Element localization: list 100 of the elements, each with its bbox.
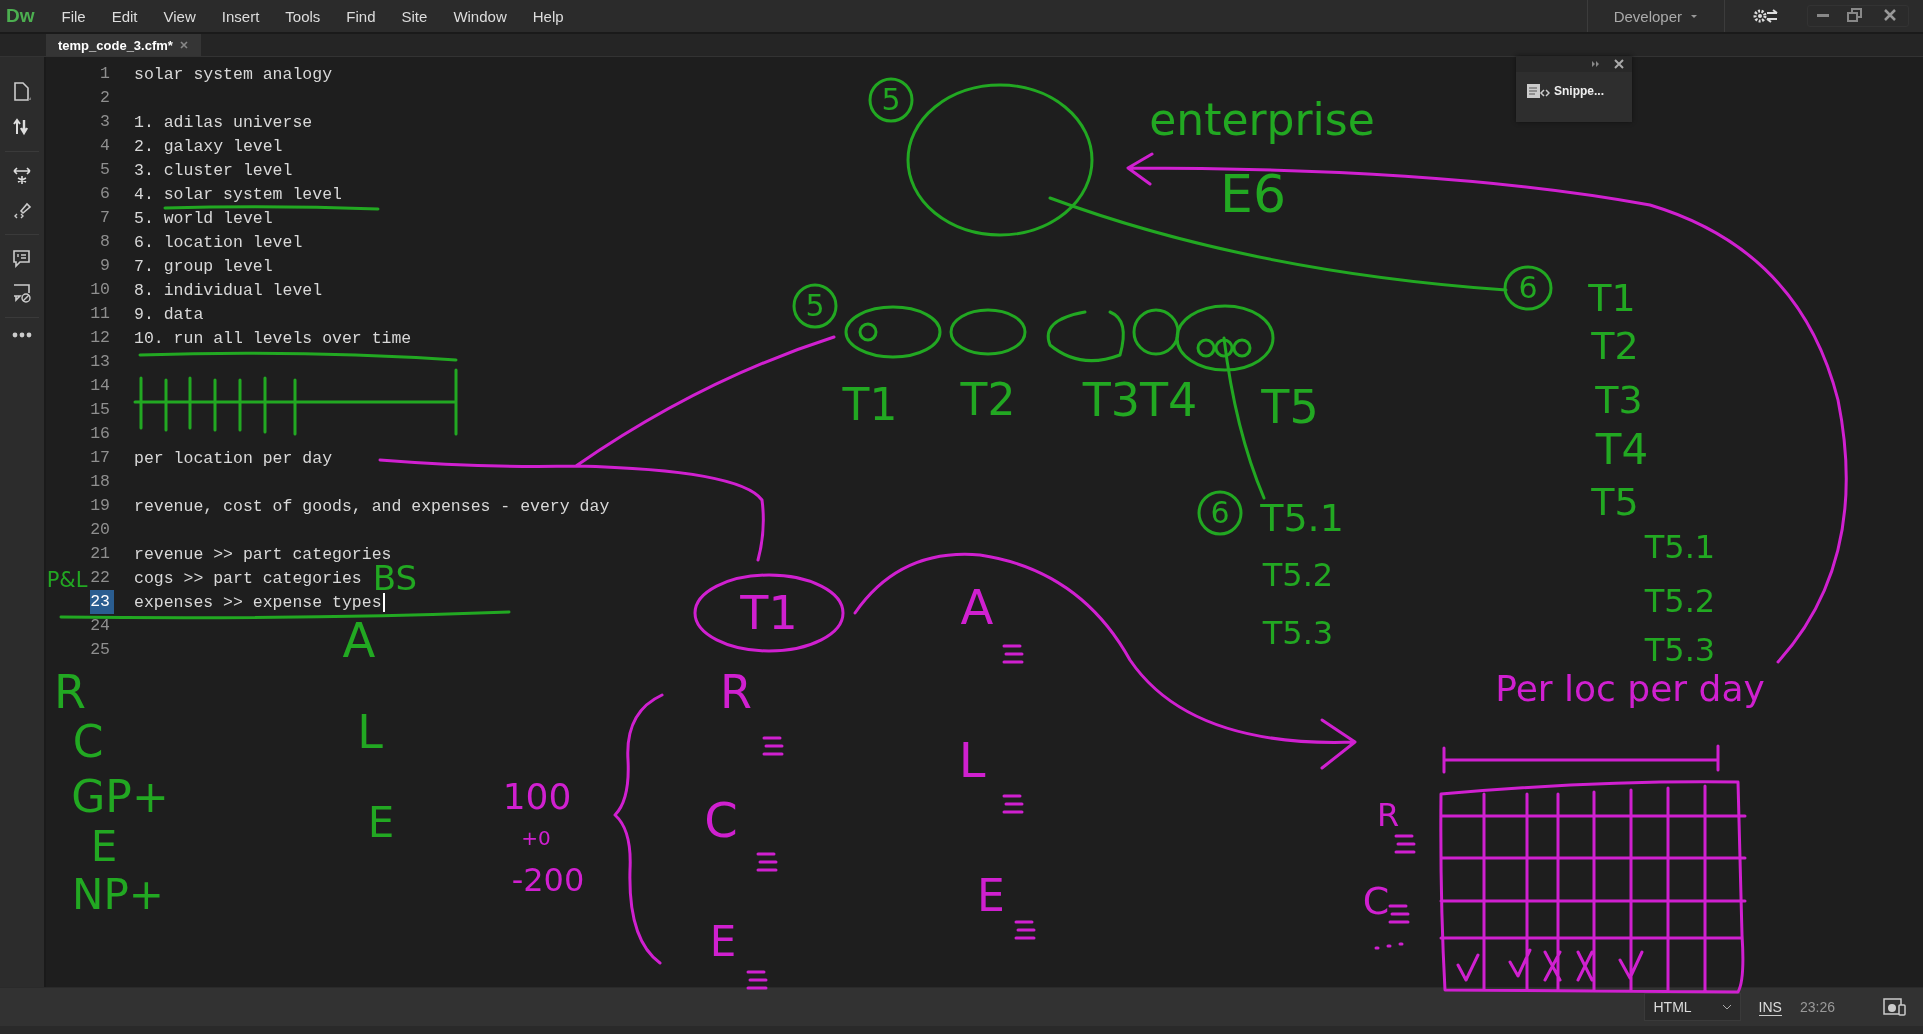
tally-mark [1394, 834, 1416, 854]
handwritten-note: 5 [805, 291, 825, 321]
code-line: 3. cluster level [134, 160, 293, 180]
menu-item[interactable]: Edit [98, 7, 151, 25]
handwritten-note: E6 [1220, 168, 1286, 220]
handwritten-note: T2 [960, 378, 1016, 422]
menu-item[interactable]: File [48, 7, 99, 25]
line-number: 17 [90, 447, 111, 469]
caret-icon [1690, 13, 1698, 19]
more-icon[interactable] [12, 332, 32, 338]
code-line: solar system analogy [134, 64, 333, 84]
expand-icon[interactable] [12, 166, 32, 186]
handwritten-note: 6 [1518, 273, 1538, 303]
handwritten-note: GP+ [71, 775, 169, 819]
line-number: 12 [90, 327, 111, 349]
line-number: 16 [90, 423, 111, 445]
handwritten-note: T1 [1588, 279, 1636, 317]
handwritten-note: T5 [1591, 483, 1639, 521]
comment-icon[interactable] [12, 249, 32, 269]
handwritten-note: T1 [740, 590, 798, 636]
tally-mark [762, 736, 784, 756]
line-number: 3 [99, 111, 111, 133]
file-icon[interactable] [12, 81, 32, 103]
code-line: 5. world level [134, 208, 273, 228]
line-number: 10 [90, 279, 111, 301]
line-number: 24 [90, 615, 111, 637]
handwritten-note: T5.2 [1262, 559, 1334, 591]
insert-mode-toggle[interactable]: INS [1758, 998, 1782, 1016]
code-pen-icon[interactable] [12, 200, 32, 220]
handwritten-note: T5 [1261, 384, 1319, 430]
handwritten-note: -200 [511, 864, 585, 896]
tally-mark [746, 970, 768, 990]
code-line: 6. location level [134, 232, 303, 252]
close-icon[interactable] [1614, 59, 1624, 69]
collapse-icon[interactable] [1592, 61, 1600, 67]
line-number: 25 [90, 639, 111, 661]
line-number: 21 [90, 543, 111, 565]
code-line: 4. solar system level [134, 184, 342, 204]
line-number: 19 [90, 495, 111, 517]
menu-item[interactable]: Help [519, 7, 577, 25]
handwritten-note: enterprise [1149, 98, 1375, 142]
handwritten-note: T5.1 [1644, 531, 1716, 563]
code-line: revenue >> part categories [134, 544, 392, 564]
uncomment-icon[interactable] [12, 283, 32, 303]
handwritten-note: C [704, 796, 738, 844]
line-number: 22 [90, 567, 111, 589]
line-number: 1 [99, 63, 111, 85]
line-number: 4 [99, 135, 111, 157]
handwritten-note: T5.2 [1644, 585, 1716, 617]
handwritten-note: C [1362, 882, 1390, 920]
code-line: 2. galaxy level [134, 136, 283, 156]
menu-item[interactable]: Tools [272, 7, 334, 25]
handwritten-note: T1 [842, 383, 898, 427]
handwritten-note: T5.3 [1644, 634, 1716, 666]
file-tab[interactable]: temp_code_3.cfm* [46, 34, 201, 56]
tally-mark [756, 852, 778, 872]
handwritten-note: A [960, 583, 994, 631]
handwritten-note: T4 [1595, 429, 1649, 471]
language-dropdown[interactable]: HTML [1644, 993, 1741, 1021]
handwritten-note: L [357, 709, 383, 755]
handwritten-note: L [958, 736, 986, 784]
handwritten-note: R [1376, 799, 1400, 831]
workspace-dropdown[interactable]: Developer [1586, 0, 1725, 32]
code-line: cogs >> part categories [134, 568, 362, 588]
line-number: 23 [90, 590, 114, 614]
handwritten-note: C [72, 720, 104, 764]
dots-mark [1374, 942, 1404, 950]
menu-item[interactable]: Window [440, 7, 520, 25]
close-icon[interactable] [178, 40, 189, 50]
cursor-position: 23:26 [1799, 999, 1835, 1015]
line-number: 18 [90, 471, 111, 493]
snippet-icon [1526, 82, 1550, 100]
handwritten-note: 6 [1210, 498, 1230, 528]
handwritten-note: T5.3 [1262, 617, 1334, 649]
handwritten-note: +0 [521, 828, 551, 848]
text-cursor [382, 592, 385, 612]
snippets-tab[interactable]: Snippe... [1554, 84, 1604, 98]
app-logo: Dw [5, 5, 36, 27]
circle-sketch [1503, 265, 1553, 311]
code-line: 10. run all levels over time [134, 328, 412, 348]
handwritten-note: T5.1 [1260, 499, 1344, 537]
tally-mark [1002, 794, 1024, 814]
line-number: 15 [90, 399, 111, 421]
handwritten-note: T2 [1591, 327, 1639, 365]
circle-sketch [1197, 490, 1243, 536]
code-line: 8. individual level [134, 280, 323, 300]
handwritten-note: R [720, 669, 752, 715]
tally-mark [1388, 904, 1410, 924]
device-preview-icon[interactable] [1883, 997, 1907, 1017]
handwritten-note: E [367, 802, 395, 844]
menu-item[interactable]: View [150, 7, 209, 25]
tally-mark [1002, 644, 1024, 664]
handwritten-note: E [90, 826, 118, 868]
menu-item[interactable]: Find [333, 7, 389, 25]
menu-item[interactable]: Site [388, 7, 441, 25]
settings-icon[interactable] [1753, 8, 1779, 24]
code-line: 9. data [134, 304, 204, 324]
menu-item[interactable]: Insert [208, 7, 273, 25]
code-line: revenue, cost of goods, and expenses - every day [134, 496, 610, 516]
handwritten-note: E [977, 874, 1005, 918]
